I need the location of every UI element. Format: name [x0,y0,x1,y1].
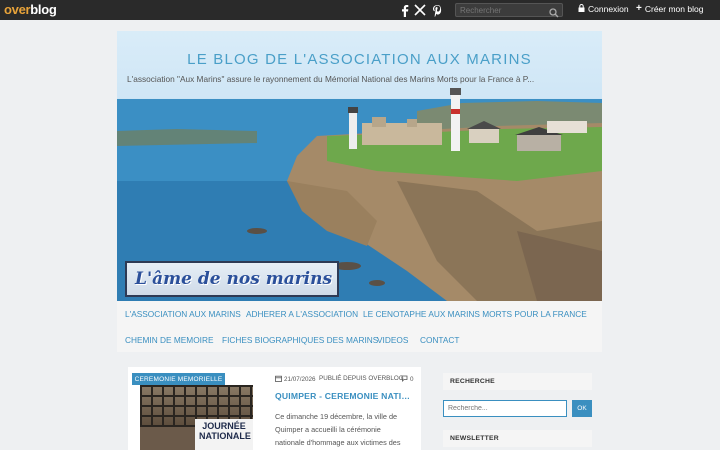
banner-caption: L'âme de nos marins [135,269,333,289]
x-icon[interactable] [413,3,427,17]
overblog-logo[interactable]: overblog [4,2,57,17]
sidebar-search-heading: RECHERCHE [443,373,592,390]
plus-icon: + [636,3,642,14]
category-badge[interactable]: CEREMONIE MEMORIELLE [132,373,225,385]
login-link[interactable]: Connexion [578,4,629,14]
thumbnail-caption-line1: JOURNÉE [202,421,246,431]
logo-part-over: over [4,2,31,17]
blog-subtitle: L'association "Aux Marins" assure le ray… [127,74,535,84]
post-published-source: PUBLIÉ DEPUIS OVERBLOG [319,375,404,382]
thumbnail-caption-line2: NATIONALE [199,431,251,441]
main-navigation: L'ASSOCIATION AUX MARINS ADHERER A L'ASS… [117,301,602,352]
nav-item-fiches[interactable]: FICHES BIOGRAPHIQUES DES MARINS [222,335,378,345]
comment-icon [401,375,408,384]
top-search-input[interactable] [456,5,546,15]
post-comments[interactable]: 0 [401,375,414,384]
calendar-icon [275,375,282,384]
post-excerpt: Ce dimanche 19 décembre, la ville de Qui… [275,412,401,447]
post-date-text: 21/07/2026 [284,376,316,383]
banner-caption-box: L'âme de nos marins [125,261,339,297]
create-blog-link[interactable]: + Créer mon blog [636,3,704,15]
create-blog-label: Créer mon blog [644,4,704,14]
post-title[interactable]: QUIMPER - CEREMONIE NATION... [275,391,415,401]
nav-item-videos[interactable]: VIDEOS [377,335,408,345]
header-banner: LE BLOG DE L'ASSOCIATION AUX MARINS L'as… [117,31,602,301]
logo-part-blog: blog [30,2,57,17]
blog-container: LE BLOG DE L'ASSOCIATION AUX MARINS L'as… [117,31,602,352]
facebook-icon[interactable] [397,3,411,17]
post-card: JOURNÉE NATIONALE CEREMONIE MEMORIELLE 2… [128,367,421,450]
login-label: Connexion [588,4,629,14]
nav-item-adherer[interactable]: ADHERER A L'ASSOCIATION [246,309,358,319]
blog-title[interactable]: LE BLOG DE L'ASSOCIATION AUX MARINS [117,51,602,68]
thumbnail-caption: JOURNÉE NATIONALE [195,419,253,450]
nav-item-cenotaphe[interactable]: LE CENOTAPHE AUX MARINS MORTS POUR LA FR… [363,309,587,319]
post-date: 21/07/2026 [275,375,316,384]
lock-icon [578,4,585,14]
comment-count: 0 [410,376,414,383]
post-thumbnail[interactable]: JOURNÉE NATIONALE [140,385,253,450]
sidebar-search-input[interactable] [443,400,567,417]
top-bar: overblog Connexion + Créer mon blog [0,0,720,20]
nav-item-association[interactable]: L'ASSOCIATION AUX MARINS [125,309,241,319]
top-search-field[interactable] [455,3,563,18]
sidebar-search-button[interactable]: OK [572,400,592,417]
search-icon[interactable] [549,5,559,23]
nav-item-contact[interactable]: CONTACT [420,335,459,345]
nav-item-chemin-memoire[interactable]: CHEMIN DE MEMOIRE [125,335,214,345]
pinterest-icon[interactable] [430,3,444,17]
sidebar-newsletter-heading: NEWSLETTER [443,430,592,447]
